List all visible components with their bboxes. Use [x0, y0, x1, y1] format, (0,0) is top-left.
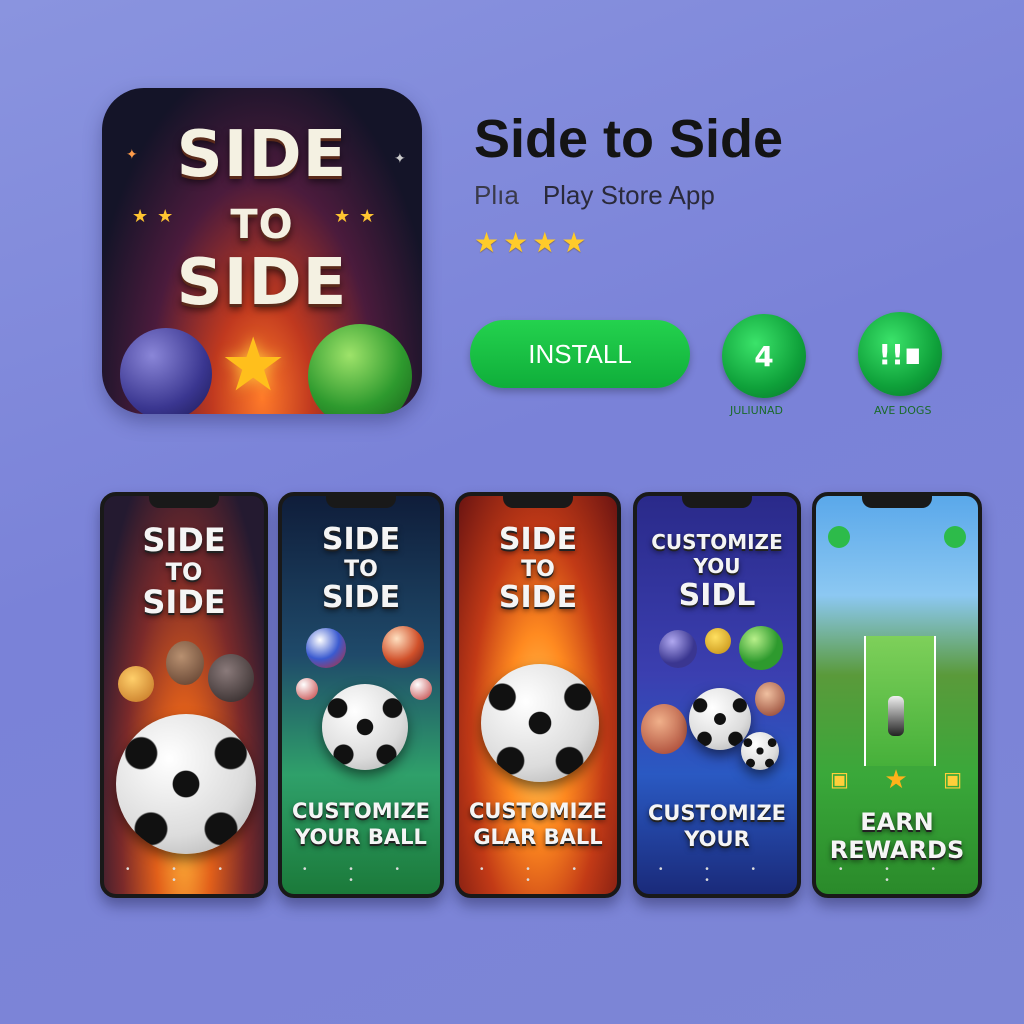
character-icon — [166, 641, 204, 685]
star-icon: ★ — [561, 227, 587, 258]
phone-notch — [149, 496, 219, 508]
phone-notch — [326, 496, 396, 508]
phone-notch — [503, 496, 573, 508]
screenshot-title: TO — [165, 558, 203, 586]
screenshot-1[interactable]: SIDE TO SIDE • • • • — [100, 492, 268, 898]
soccer-ball-icon — [322, 684, 408, 770]
star-icon: ★ — [532, 227, 558, 258]
sparkle-icon: ✦ — [394, 150, 406, 166]
star-icon — [705, 628, 731, 654]
soccer-ball-icon — [481, 664, 599, 782]
screenshot-5[interactable]: ▣ ★ ▣ EARN REWARDS • • • • — [812, 492, 982, 898]
screenshot-caption: GLAR BALL — [473, 825, 603, 849]
chest-icon: ▣ — [943, 768, 962, 791]
badge-label: AVE DOGS — [874, 404, 932, 417]
screenshot-4[interactable]: CUSTOMIZE YOU SIDL CUSTOMIZE YOUR • • • … — [633, 492, 801, 898]
award-badge-icon[interactable]: 4 — [722, 314, 806, 398]
screenshot-title: SIDE — [142, 521, 226, 559]
store-prefix: Plıa — [474, 180, 519, 210]
pagination-dots: • • • • — [658, 864, 776, 886]
award-badge-icon[interactable]: !!∎ — [858, 312, 942, 396]
star-icon: ★ — [474, 227, 500, 258]
sparkle-icon: ✦ — [126, 146, 138, 162]
screenshot-caption: YOUR BALL — [295, 825, 427, 849]
game-button-icon[interactable] — [944, 526, 966, 548]
screenshot-caption: EARN — [860, 808, 934, 836]
store-subtitle: Plıa Play Store App — [474, 180, 715, 211]
rating-stars: ★ ★ ★ ★ — [474, 226, 586, 259]
screenshot-title: TO — [344, 557, 378, 582]
pagination-dots: • • • • — [125, 864, 243, 886]
ball-icon — [410, 678, 432, 700]
screenshot-title: SIDE — [321, 522, 401, 557]
screenshot-caption: REWARDS — [829, 836, 965, 864]
ball-icon — [306, 628, 346, 668]
screenshot-caption: CUSTOMIZE — [647, 801, 787, 825]
ball-icon — [296, 678, 318, 700]
install-button[interactable]: INSTALL — [470, 320, 690, 388]
character-icon — [118, 666, 154, 702]
character-icon — [641, 704, 687, 754]
star-icon: ★ — [220, 323, 287, 406]
ball-icon — [739, 626, 783, 670]
pagination-dots: • • • • — [838, 864, 956, 886]
game-button-icon[interactable] — [828, 526, 850, 548]
app-title: Side to Side — [474, 109, 784, 169]
character-icon — [208, 654, 254, 702]
screenshot-title: TO — [521, 557, 555, 582]
star-decoration-icon: ★ ★ — [334, 206, 378, 226]
icon-title-line3: SIDE — [176, 246, 348, 320]
screenshot-3[interactable]: SIDE TO SIDE CUSTOMIZE GLAR BALL • • • • — [455, 492, 621, 898]
reward-row: ▣ ★ ▣ — [830, 764, 962, 794]
screenshot-caption: YOUR — [684, 827, 750, 851]
pagination-dots: • • • • — [302, 864, 420, 886]
star-icon: ★ — [884, 763, 908, 794]
screenshot-caption: CUSTOMIZE — [291, 799, 431, 823]
soccer-ball-icon — [689, 688, 751, 750]
screenshot-title: SIDE — [498, 580, 578, 615]
app-icon: SIDE ★ ★ TO ★ ★ SIDE ✦ ✦ ★ — [102, 88, 422, 414]
ball-icon — [659, 630, 697, 668]
badge-label: JULIUNAD — [730, 404, 783, 417]
screenshot-caption: CUSTOMIZE — [468, 799, 608, 823]
screenshot-title: CUSTOMIZE — [651, 530, 783, 554]
icon-title-line1: SIDE — [176, 118, 348, 192]
screenshot-title: SIDE — [142, 583, 226, 621]
screenshot-title: SIDL — [678, 578, 756, 613]
ball-icon — [382, 626, 424, 668]
purple-ball-icon — [120, 328, 212, 414]
character-icon — [755, 682, 785, 716]
screenshot-2[interactable]: SIDE TO SIDE CUSTOMIZE YOUR BALL • • • • — [278, 492, 444, 898]
pagination-dots: • • • • — [479, 864, 597, 886]
phone-notch — [682, 496, 752, 508]
screenshot-title: YOU — [693, 554, 741, 578]
screenshot-title: SIDE — [498, 522, 578, 557]
green-ball-icon — [308, 324, 412, 414]
soccer-ball-icon — [741, 732, 779, 770]
store-label: Play Store App — [542, 180, 715, 210]
player-figure — [888, 696, 904, 736]
soccer-ball-icon — [116, 714, 256, 854]
chest-icon: ▣ — [830, 768, 849, 791]
star-icon: ★ — [503, 227, 529, 258]
phone-notch — [862, 496, 932, 508]
screenshot-title: SIDE — [321, 580, 401, 615]
